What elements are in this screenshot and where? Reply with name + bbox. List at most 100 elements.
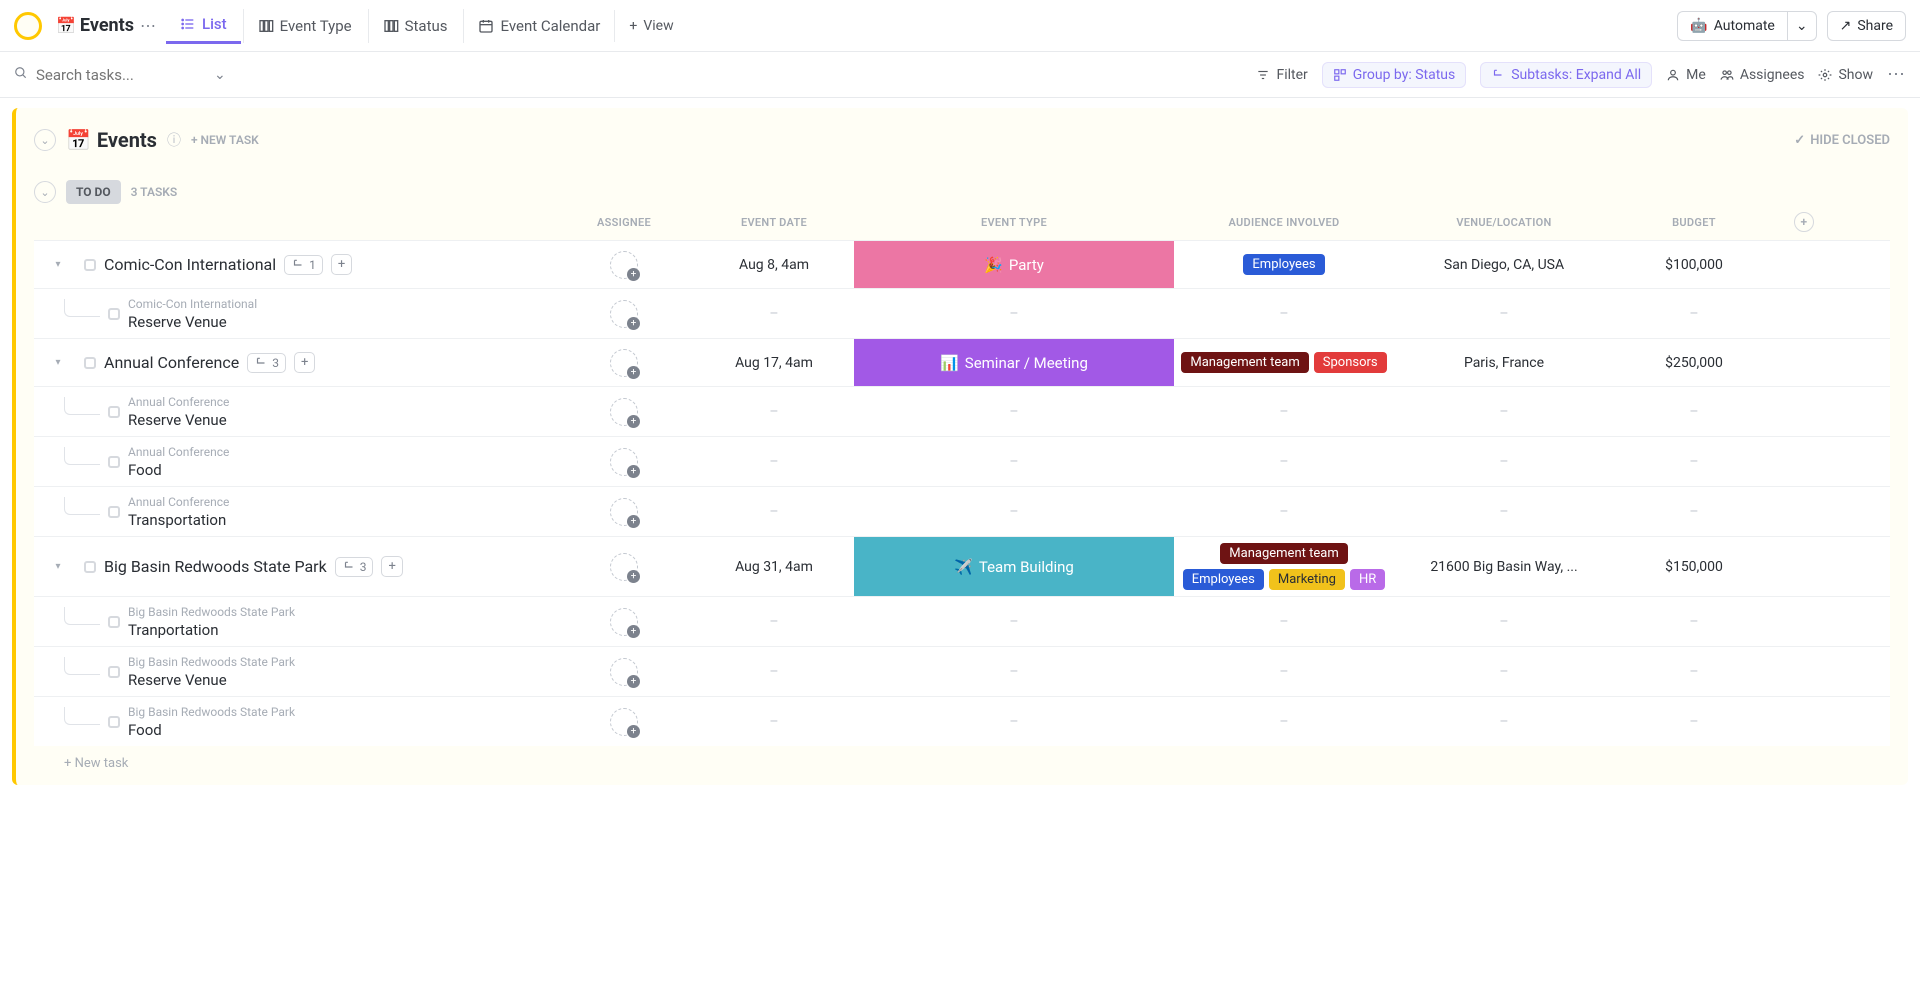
event-date-cell[interactable]: – [694, 454, 854, 470]
audience-cell[interactable]: – [1174, 614, 1394, 630]
subtask-title[interactable]: Transportation [128, 511, 229, 529]
event-type-cell[interactable]: ✈️Team Building [854, 537, 1174, 596]
subtask-row[interactable]: Big Basin Redwoods State Park Tranportat… [34, 596, 1890, 646]
add-subtask-button[interactable]: + [331, 254, 352, 275]
audience-tag[interactable]: Employees [1183, 569, 1264, 590]
assignee-add-button[interactable] [610, 251, 638, 279]
status-checkbox[interactable] [108, 456, 120, 468]
event-date-cell[interactable]: – [694, 714, 854, 730]
add-subtask-button[interactable]: + [381, 556, 402, 577]
budget-cell[interactable]: – [1614, 664, 1774, 680]
tab-event-type[interactable]: Event Type [243, 9, 366, 43]
audience-tag[interactable]: Marketing [1269, 569, 1345, 590]
add-view-button[interactable]: + View [614, 10, 687, 42]
audience-cell[interactable]: – [1174, 664, 1394, 680]
collapse-group-button[interactable]: ⌄ [34, 129, 56, 151]
status-checkbox[interactable] [84, 357, 96, 369]
show-button[interactable]: Show [1818, 67, 1873, 83]
audience-cell[interactable]: – [1174, 504, 1394, 520]
event-type-cell[interactable]: – [854, 306, 1174, 322]
assignees-button[interactable]: Assignees [1720, 67, 1805, 83]
venue-cell[interactable]: – [1394, 504, 1614, 520]
venue-cell[interactable]: – [1394, 404, 1614, 420]
event-type-cell[interactable]: – [854, 454, 1174, 470]
event-type-cell[interactable]: – [854, 504, 1174, 520]
audience-cell[interactable]: Employees [1174, 248, 1394, 281]
automate-button[interactable]: 🤖 Automate [1677, 11, 1787, 41]
event-date-cell[interactable]: – [694, 614, 854, 630]
assignee-add-button[interactable] [610, 553, 638, 581]
subtask-title[interactable]: Reserve Venue [128, 313, 257, 331]
groupby-chip[interactable]: Group by: Status [1322, 62, 1466, 88]
task-title[interactable]: Comic-Con International [104, 255, 276, 274]
budget-cell[interactable]: – [1614, 454, 1774, 470]
subtask-count-badge[interactable]: 3 [247, 353, 286, 373]
venue-cell[interactable]: Paris, France [1394, 355, 1614, 371]
subtask-title[interactable]: Food [128, 461, 229, 479]
chevron-down-icon[interactable]: ▾ [55, 357, 60, 368]
task-row[interactable]: ▾ Comic-Con International 1 + Aug 8, 4am… [34, 240, 1890, 288]
more-options-icon[interactable]: ⋯ [1887, 64, 1906, 85]
budget-cell[interactable]: $250,000 [1614, 355, 1774, 371]
event-type-cell[interactable]: – [854, 664, 1174, 680]
budget-cell[interactable]: – [1614, 504, 1774, 520]
status-checkbox[interactable] [108, 616, 120, 628]
audience-cell[interactable]: – [1174, 306, 1394, 322]
new-task-row[interactable]: + New task [34, 746, 1890, 771]
event-date-cell[interactable]: Aug 8, 4am [694, 257, 854, 273]
event-type-cell[interactable]: – [854, 404, 1174, 420]
tab-status[interactable]: Status [368, 9, 462, 43]
audience-tag[interactable]: Employees [1243, 254, 1324, 275]
filter-button[interactable]: Filter [1256, 67, 1307, 83]
col-event-type[interactable]: EVENT TYPE [854, 216, 1174, 229]
budget-cell[interactable]: – [1614, 614, 1774, 630]
subtask-title[interactable]: Reserve Venue [128, 411, 229, 429]
chevron-down-icon[interactable]: ▾ [55, 259, 60, 270]
chevron-down-icon[interactable]: ⌄ [214, 67, 226, 83]
status-checkbox[interactable] [108, 506, 120, 518]
event-type-cell[interactable]: – [854, 714, 1174, 730]
status-checkbox[interactable] [84, 561, 96, 573]
audience-cell[interactable]: – [1174, 454, 1394, 470]
venue-cell[interactable]: – [1394, 664, 1614, 680]
tab-event-calendar[interactable]: Event Calendar [463, 9, 614, 43]
venue-cell[interactable]: – [1394, 454, 1614, 470]
budget-cell[interactable]: – [1614, 306, 1774, 322]
event-date-cell[interactable]: – [694, 504, 854, 520]
subtask-count-badge[interactable]: 3 [335, 557, 374, 577]
assignee-add-button[interactable] [610, 398, 638, 426]
col-venue[interactable]: VENUE/LOCATION [1394, 216, 1614, 229]
subtask-title[interactable]: Tranportation [128, 621, 295, 639]
subtask-row[interactable]: Big Basin Redwoods State Park Food – – –… [34, 696, 1890, 746]
subtasks-chip[interactable]: Subtasks: Expand All [1480, 62, 1652, 88]
status-checkbox[interactable] [108, 406, 120, 418]
audience-cell[interactable]: Management team EmployeesMarketingHR [1174, 537, 1394, 596]
event-type-cell[interactable]: – [854, 614, 1174, 630]
col-audience[interactable]: AUDIENCE INVOLVED [1174, 216, 1394, 229]
audience-tag[interactable]: Management team [1220, 543, 1347, 564]
col-event-date[interactable]: EVENT DATE [694, 216, 854, 229]
event-date-cell[interactable]: – [694, 306, 854, 322]
subtask-row[interactable]: Big Basin Redwoods State Park Reserve Ve… [34, 646, 1890, 696]
task-row[interactable]: ▾ Annual Conference 3 + Aug 17, 4am 📊Sem… [34, 338, 1890, 386]
event-date-cell[interactable]: Aug 31, 4am [694, 559, 854, 575]
status-pill[interactable]: TO DO [66, 180, 121, 204]
subtask-row[interactable]: Annual Conference Reserve Venue – – – – … [34, 386, 1890, 436]
audience-tag[interactable]: HR [1350, 569, 1385, 590]
audience-tag[interactable]: Management team [1181, 352, 1308, 373]
subtask-title[interactable]: Food [128, 721, 295, 739]
status-checkbox[interactable] [108, 716, 120, 728]
hide-closed-button[interactable]: ✓ HIDE CLOSED [1794, 133, 1890, 148]
assignee-add-button[interactable] [610, 708, 638, 736]
me-filter-button[interactable]: Me [1666, 67, 1706, 83]
assignee-add-button[interactable] [610, 349, 638, 377]
audience-cell[interactable]: – [1174, 714, 1394, 730]
task-title[interactable]: Big Basin Redwoods State Park [104, 557, 327, 576]
tab-list[interactable]: List [166, 7, 241, 44]
assignee-add-button[interactable] [610, 608, 638, 636]
event-date-cell[interactable]: – [694, 664, 854, 680]
automate-dropdown-button[interactable]: ⌄ [1787, 11, 1817, 41]
info-icon[interactable]: ⓘ [167, 130, 181, 150]
budget-cell[interactable]: – [1614, 404, 1774, 420]
status-checkbox[interactable] [108, 666, 120, 678]
